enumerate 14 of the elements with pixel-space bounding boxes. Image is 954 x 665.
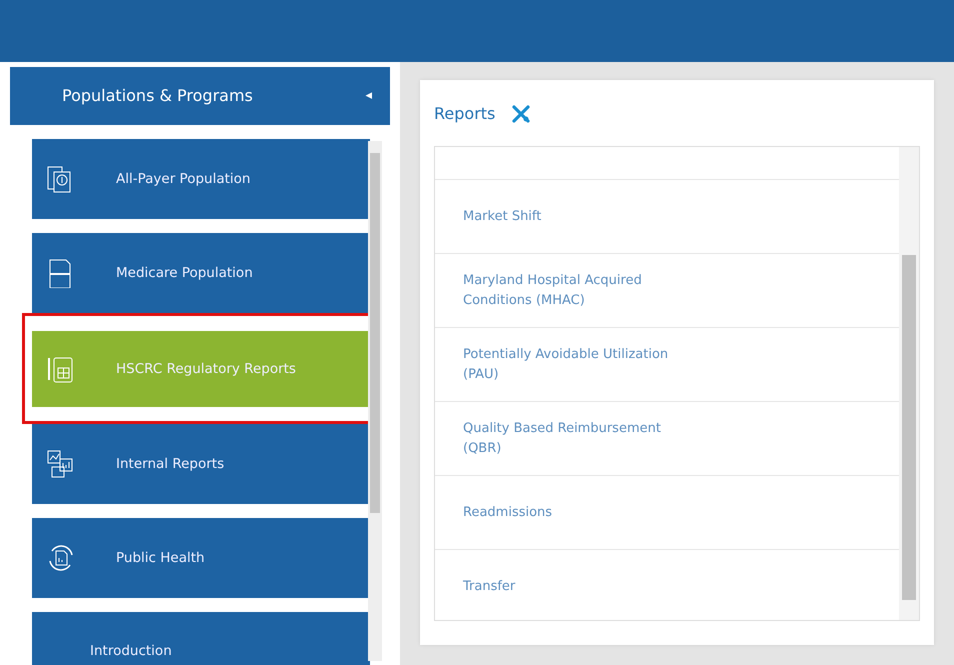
nav-tile[interactable]: HSCRC Regulatory Reports [32, 331, 370, 407]
nav-tile[interactable]: Medicare Population [32, 233, 370, 313]
scrollbar-thumb[interactable] [370, 153, 380, 513]
nav-tile[interactable]: All-Payer Population [32, 139, 370, 219]
reports-title: Reports [434, 103, 496, 125]
nav-tile[interactable]: Public Health [32, 518, 370, 598]
scrollbar[interactable] [368, 141, 382, 661]
scrollbar-thumb[interactable] [902, 255, 916, 600]
nav-tile[interactable]: Internal Reports [32, 424, 370, 504]
scrollbar[interactable] [899, 147, 919, 620]
collapse-button[interactable]: ◂ [365, 86, 372, 106]
sidebar-title: Populations & Programs [62, 85, 253, 107]
nav-tile[interactable]: Introduction [32, 612, 370, 665]
tools-icon[interactable] [511, 104, 532, 124]
